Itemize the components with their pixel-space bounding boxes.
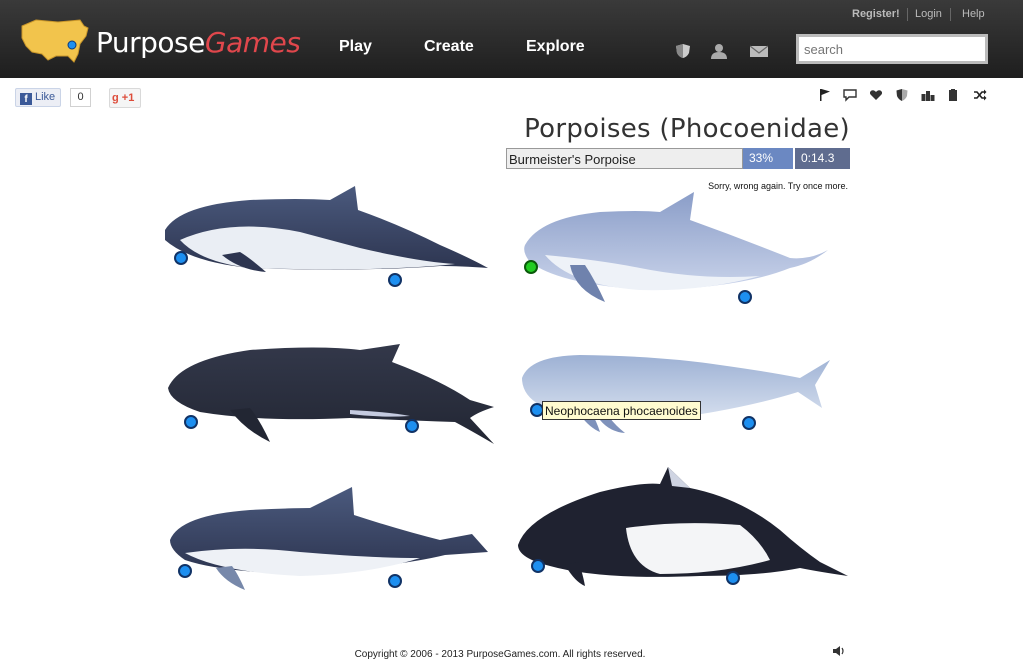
copyright-text: Copyright © 2006 - 2013 PurposeGames.com…	[354, 649, 646, 660]
answer-pin[interactable]	[174, 251, 188, 265]
answer-pin[interactable]	[184, 415, 198, 429]
porpoise-illustration-3	[168, 344, 494, 444]
answer-pin[interactable]	[388, 574, 402, 588]
pin-tooltip: Neophocaena phocaenoides	[542, 401, 701, 420]
answer-pin[interactable]	[531, 559, 545, 573]
answer-pin[interactable]	[405, 419, 419, 433]
porpoise-illustrations	[165, 186, 848, 590]
answer-pin[interactable]	[726, 571, 740, 585]
porpoise-illustration-1	[165, 186, 488, 272]
answer-pin[interactable]	[738, 290, 752, 304]
porpoise-illustration-2	[524, 192, 828, 302]
answer-pin[interactable]	[178, 564, 192, 578]
answer-pin[interactable]	[388, 273, 402, 287]
porpoise-illustration-4	[522, 355, 830, 433]
sound-icon[interactable]	[832, 644, 846, 658]
porpoise-illustration-6	[518, 467, 848, 586]
answer-pin-correct[interactable]	[524, 260, 538, 274]
answer-pin[interactable]	[742, 416, 756, 430]
porpoise-illustration-5	[170, 487, 488, 590]
